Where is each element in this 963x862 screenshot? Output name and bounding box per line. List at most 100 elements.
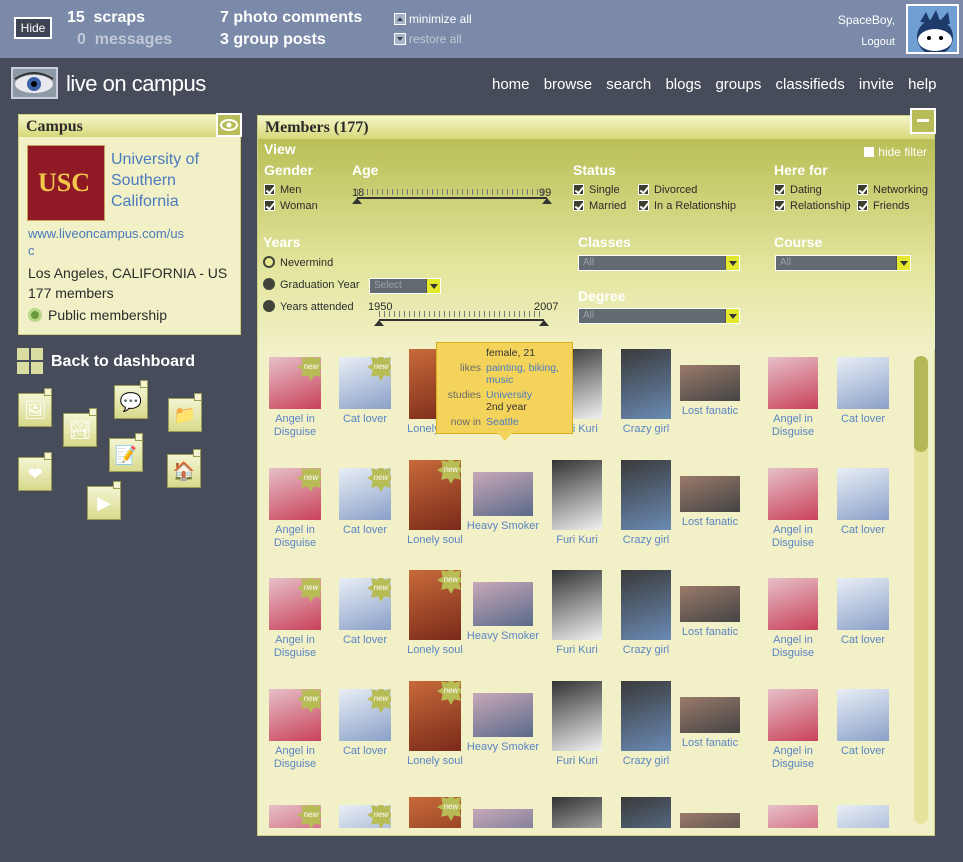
member-photo[interactable]: new bbox=[269, 689, 321, 741]
member-name[interactable]: Crazy girl bbox=[609, 534, 683, 547]
member-card[interactable]: Cat lover bbox=[826, 689, 900, 758]
minimize-all-button[interactable]: minimize all bbox=[394, 12, 472, 26]
member-photo[interactable] bbox=[768, 578, 818, 630]
graduation-year-select[interactable]: Select bbox=[369, 278, 441, 294]
member-photo[interactable]: new bbox=[269, 468, 321, 520]
years-nevermind-radio[interactable]: Nevermind bbox=[263, 256, 333, 269]
logout-link[interactable]: Logout bbox=[861, 36, 895, 48]
member-photo[interactable] bbox=[768, 805, 818, 828]
member-card[interactable]: Lost fanatic bbox=[673, 365, 747, 418]
nav-search[interactable]: search bbox=[606, 76, 651, 93]
video-widget-icon[interactable]: ▶ bbox=[87, 481, 121, 520]
minimize-panel-icon[interactable] bbox=[910, 108, 936, 134]
nav-blogs[interactable]: blogs bbox=[665, 76, 701, 93]
member-card[interactable]: Cat lover bbox=[826, 468, 900, 537]
member-photo[interactable]: new bbox=[269, 578, 321, 630]
member-card[interactable]: Lost fanatic bbox=[673, 476, 747, 529]
back-to-dashboard[interactable]: Back to dashboard bbox=[17, 348, 195, 374]
status-single-checkbox[interactable]: Single bbox=[573, 184, 620, 196]
member-card[interactable]: new Lonely soul bbox=[398, 460, 472, 547]
member-name[interactable]: Angel in Disguise bbox=[756, 745, 830, 771]
member-photo[interactable] bbox=[680, 476, 740, 512]
member-card[interactable]: new Cat lover bbox=[328, 689, 402, 758]
status-married-checkbox[interactable]: Married bbox=[573, 200, 626, 212]
photos-widget-icon[interactable]: 🖼 bbox=[18, 388, 52, 427]
member-photo[interactable] bbox=[552, 681, 602, 751]
member-card[interactable]: new Cat lover bbox=[328, 578, 402, 647]
member-card[interactable]: Crazy girl bbox=[609, 460, 683, 547]
age-slider-max-handle[interactable] bbox=[542, 198, 552, 204]
member-photo[interactable] bbox=[680, 813, 740, 828]
member-name[interactable]: Cat lover bbox=[328, 413, 402, 426]
member-photo[interactable] bbox=[837, 357, 889, 409]
gender-men-checkbox[interactable]: Men bbox=[264, 184, 301, 196]
member-name[interactable]: Cat lover bbox=[328, 634, 402, 647]
tooltip-likes-value[interactable]: painting, biking, music bbox=[486, 362, 570, 386]
years-attended-radio[interactable]: Years attended bbox=[263, 300, 354, 313]
member-card[interactable]: Furi Kuri bbox=[540, 460, 614, 547]
member-card[interactable]: new Lonely soul bbox=[398, 681, 472, 768]
member-name[interactable]: Crazy girl bbox=[609, 755, 683, 768]
house-widget-icon[interactable]: 🏠 bbox=[167, 449, 201, 488]
age-slider[interactable] bbox=[352, 189, 552, 204]
user-avatar[interactable] bbox=[906, 4, 959, 54]
member-card[interactable]: Furi Kuri bbox=[540, 570, 614, 657]
member-card[interactable]: new Cat lover bbox=[328, 357, 402, 426]
member-card[interactable]: new bbox=[398, 797, 472, 828]
member-card[interactable]: Heavy Smoker bbox=[466, 472, 540, 533]
course-select[interactable]: All bbox=[775, 255, 911, 271]
member-name[interactable]: Angel in Disguise bbox=[258, 745, 332, 771]
brand-name[interactable]: live on campus bbox=[66, 71, 206, 97]
member-name[interactable]: Cat lover bbox=[328, 524, 402, 537]
years-slider[interactable] bbox=[374, 311, 549, 326]
member-card[interactable]: new Angel in Disguise bbox=[258, 689, 332, 771]
member-card[interactable]: new Lonely soul bbox=[398, 570, 472, 657]
member-card[interactable] bbox=[466, 809, 540, 828]
member-card[interactable]: new bbox=[328, 805, 402, 828]
member-photo[interactable]: new bbox=[409, 797, 461, 828]
degree-select[interactable]: All bbox=[578, 308, 740, 324]
member-name[interactable]: Angel in Disguise bbox=[756, 634, 830, 660]
nav-home[interactable]: home bbox=[492, 76, 530, 93]
member-card[interactable]: Furi Kuri bbox=[540, 681, 614, 768]
status-relationship-checkbox[interactable]: In a Relationship bbox=[638, 200, 736, 212]
grid-scrollbar[interactable] bbox=[914, 356, 928, 824]
member-photo[interactable] bbox=[680, 697, 740, 733]
member-photo[interactable] bbox=[473, 809, 533, 828]
here-for-networking-checkbox[interactable]: Networking bbox=[857, 184, 928, 196]
member-photo[interactable] bbox=[473, 582, 533, 626]
years-slider-min-handle[interactable] bbox=[374, 320, 384, 326]
nav-help[interactable]: help bbox=[908, 76, 936, 93]
member-photo[interactable] bbox=[473, 472, 533, 516]
member-name[interactable]: Lonely soul bbox=[398, 755, 472, 768]
member-photo[interactable] bbox=[621, 681, 671, 751]
folder-widget-icon[interactable]: 📁 bbox=[168, 393, 202, 432]
member-name[interactable]: Lost fanatic bbox=[673, 626, 747, 639]
member-card[interactable]: new Angel in Disguise bbox=[258, 357, 332, 439]
member-name[interactable]: Angel in Disguise bbox=[756, 413, 830, 439]
member-card[interactable]: Cat lover bbox=[826, 357, 900, 426]
member-card[interactable]: new Angel in Disguise bbox=[258, 578, 332, 660]
member-name[interactable]: Crazy girl bbox=[609, 423, 683, 436]
member-name[interactable]: Lonely soul bbox=[398, 644, 472, 657]
member-photo[interactable]: new bbox=[269, 805, 321, 828]
member-name[interactable]: Cat lover bbox=[826, 745, 900, 758]
age-slider-min-handle[interactable] bbox=[352, 198, 362, 204]
member-card[interactable]: new Angel in Disguise bbox=[258, 468, 332, 550]
member-photo[interactable]: new bbox=[339, 689, 391, 741]
member-photo[interactable] bbox=[837, 805, 889, 828]
member-name[interactable]: Angel in Disguise bbox=[258, 524, 332, 550]
member-name[interactable]: Lost fanatic bbox=[673, 737, 747, 750]
member-card[interactable]: Angel in Disguise bbox=[756, 357, 830, 439]
scraps-link[interactable]: 15 scraps bbox=[67, 9, 145, 27]
member-card[interactable]: Heavy Smoker bbox=[466, 582, 540, 643]
member-name[interactable]: Angel in Disguise bbox=[258, 634, 332, 660]
member-name[interactable]: Angel in Disguise bbox=[756, 524, 830, 550]
member-name[interactable]: Cat lover bbox=[328, 745, 402, 758]
member-photo[interactable]: new bbox=[339, 578, 391, 630]
member-photo[interactable] bbox=[837, 689, 889, 741]
member-name[interactable]: Lonely soul bbox=[398, 534, 472, 547]
member-photo[interactable] bbox=[621, 460, 671, 530]
eye-icon[interactable] bbox=[216, 113, 242, 137]
member-card[interactable] bbox=[609, 797, 683, 828]
